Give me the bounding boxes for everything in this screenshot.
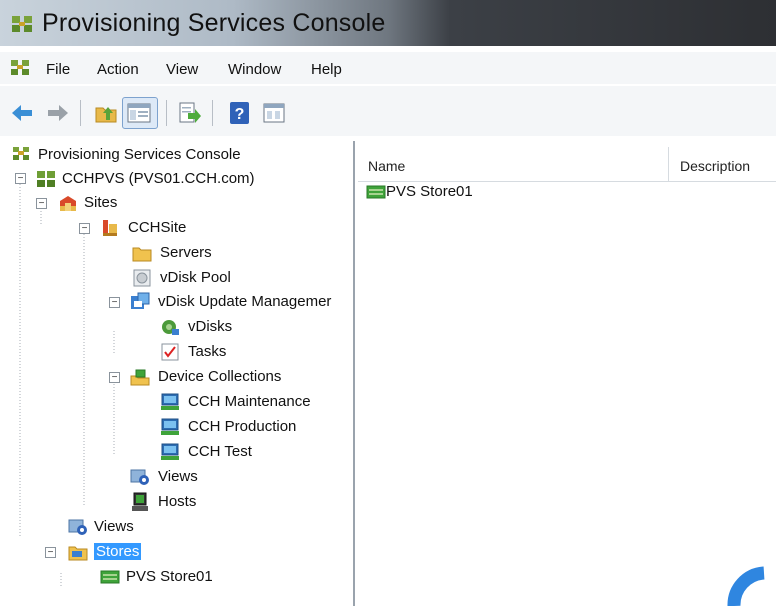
tree-label: CCH Test bbox=[188, 443, 252, 460]
vdisks-icon bbox=[162, 320, 179, 335]
tree-label: CCH Production bbox=[188, 418, 297, 435]
forward-arrow-icon[interactable] bbox=[46, 101, 70, 125]
sites-icon bbox=[60, 196, 76, 211]
collapse-toggle[interactable]: − bbox=[45, 547, 56, 558]
tree-label: CCHSite bbox=[128, 219, 187, 236]
toolbar-separator bbox=[212, 100, 213, 126]
tree-label: Hosts bbox=[158, 493, 197, 510]
list-item-name: PVS Store01 bbox=[386, 183, 473, 200]
list-item[interactable]: PVS Store01 bbox=[366, 182, 566, 204]
menu-help[interactable]: Help bbox=[311, 61, 342, 78]
tree-node-stores[interactable]: Stores bbox=[68, 542, 268, 564]
device-collection-icon bbox=[161, 393, 179, 410]
tree-node-farm[interactable]: CCHPVS (PVS01.CCH.com) bbox=[36, 169, 336, 191]
tree-label: Provisioning Services Console bbox=[38, 146, 241, 163]
tree-node-sites[interactable]: Sites bbox=[58, 193, 258, 215]
collapse-toggle[interactable]: − bbox=[109, 372, 120, 383]
tree-label: vDisk Update Managemer bbox=[158, 293, 332, 310]
provisioning-console-icon bbox=[13, 147, 29, 160]
export-list-icon[interactable] bbox=[178, 101, 202, 125]
toolbar-separator bbox=[166, 100, 167, 126]
tree-node-collection[interactable]: CCH Maintenance bbox=[160, 392, 353, 414]
tree-node-farm-views[interactable]: Views bbox=[68, 517, 268, 539]
tree-node-collection[interactable]: CCH Test bbox=[160, 442, 353, 464]
properties-icon[interactable] bbox=[262, 101, 286, 125]
tree-node-hosts[interactable]: Hosts bbox=[130, 492, 330, 514]
tree-label: Views bbox=[94, 518, 134, 535]
tree-node-servers[interactable]: Servers bbox=[132, 243, 332, 265]
device-collection-icon bbox=[161, 443, 179, 460]
tree-node-store[interactable]: PVS Store01 bbox=[100, 567, 300, 589]
tree-node-vdisk-update[interactable]: vDisk Update Managemer bbox=[130, 292, 353, 314]
window-title: Provisioning Services Console bbox=[42, 9, 386, 37]
collapse-toggle[interactable]: − bbox=[109, 297, 120, 308]
menu-file[interactable]: File bbox=[46, 61, 70, 78]
tree-label: Sites bbox=[84, 194, 118, 211]
farm-icon bbox=[37, 171, 55, 187]
tree-label: PVS Store01 bbox=[126, 568, 213, 585]
tree-label: Views bbox=[158, 468, 198, 485]
menu-bar: File Action View Window Help bbox=[0, 52, 776, 84]
device-collections-icon bbox=[130, 369, 150, 386]
details-list-pane[interactable]: Name Description PVS Store01 bbox=[358, 141, 776, 606]
menu-view[interactable]: View bbox=[166, 61, 198, 78]
tree-node-vdisk-pool[interactable]: vDisk Pool bbox=[132, 268, 332, 290]
hosts-icon bbox=[132, 492, 148, 511]
views-icon bbox=[130, 469, 149, 485]
site-icon bbox=[103, 220, 117, 236]
tree-label: Servers bbox=[160, 244, 212, 261]
tree-label: CCH Maintenance bbox=[188, 393, 311, 410]
store-icon bbox=[366, 185, 386, 199]
column-divider[interactable] bbox=[668, 147, 669, 181]
tasks-icon bbox=[161, 343, 179, 361]
toolbar-separator bbox=[80, 100, 81, 126]
store-icon bbox=[100, 570, 120, 584]
collapse-toggle[interactable]: − bbox=[15, 173, 26, 184]
help-icon[interactable]: ? bbox=[228, 101, 252, 125]
svg-text:?: ? bbox=[235, 106, 245, 123]
console-tree-pane[interactable]: Provisioning Services Console − CCHPVS (… bbox=[0, 141, 355, 606]
stores-folder-icon bbox=[68, 546, 88, 561]
tree-label: CCHPVS (PVS01.CCH.com) bbox=[62, 170, 255, 187]
tree-label: Device Collections bbox=[158, 368, 282, 385]
busy-spinner-icon bbox=[727, 566, 765, 606]
collapse-toggle[interactable]: − bbox=[79, 223, 90, 234]
column-header-description[interactable]: Description bbox=[680, 158, 750, 174]
tree-label-selected: Stores bbox=[94, 543, 142, 560]
tree-node-collection[interactable]: CCH Production bbox=[160, 417, 353, 439]
tree-label: Tasks bbox=[188, 343, 227, 360]
device-collection-icon bbox=[161, 418, 179, 435]
tree-label: vDisks bbox=[188, 318, 233, 335]
tree-node-site-views[interactable]: Views bbox=[130, 467, 330, 489]
tree-node-root[interactable]: Provisioning Services Console bbox=[12, 145, 312, 167]
tree-node-site[interactable]: CCHSite bbox=[100, 218, 300, 240]
tree-node-vdisks[interactable]: vDisks bbox=[160, 317, 353, 339]
tree-label: vDisk Pool bbox=[160, 269, 231, 286]
servers-folder-icon bbox=[132, 247, 152, 262]
collapse-toggle[interactable]: − bbox=[36, 198, 47, 209]
column-header-name[interactable]: Name bbox=[368, 158, 405, 174]
tree-node-tasks[interactable]: Tasks bbox=[160, 342, 353, 364]
show-hide-tree-icon bbox=[127, 103, 151, 123]
list-header: Name Description bbox=[358, 147, 776, 182]
views-icon bbox=[68, 519, 87, 535]
provisioning-console-icon bbox=[12, 16, 32, 32]
title-bar[interactable]: Provisioning Services Console bbox=[0, 0, 776, 46]
tree-node-device-collections[interactable]: Device Collections bbox=[130, 367, 350, 389]
menu-action[interactable]: Action bbox=[97, 61, 139, 78]
vdisk-pool-icon bbox=[133, 269, 151, 287]
up-folder-icon[interactable] bbox=[94, 101, 118, 125]
vdisk-update-icon bbox=[131, 292, 150, 309]
menu-window[interactable]: Window bbox=[228, 61, 281, 78]
back-arrow-icon[interactable] bbox=[10, 101, 34, 125]
console-menu-icon[interactable] bbox=[10, 59, 30, 77]
